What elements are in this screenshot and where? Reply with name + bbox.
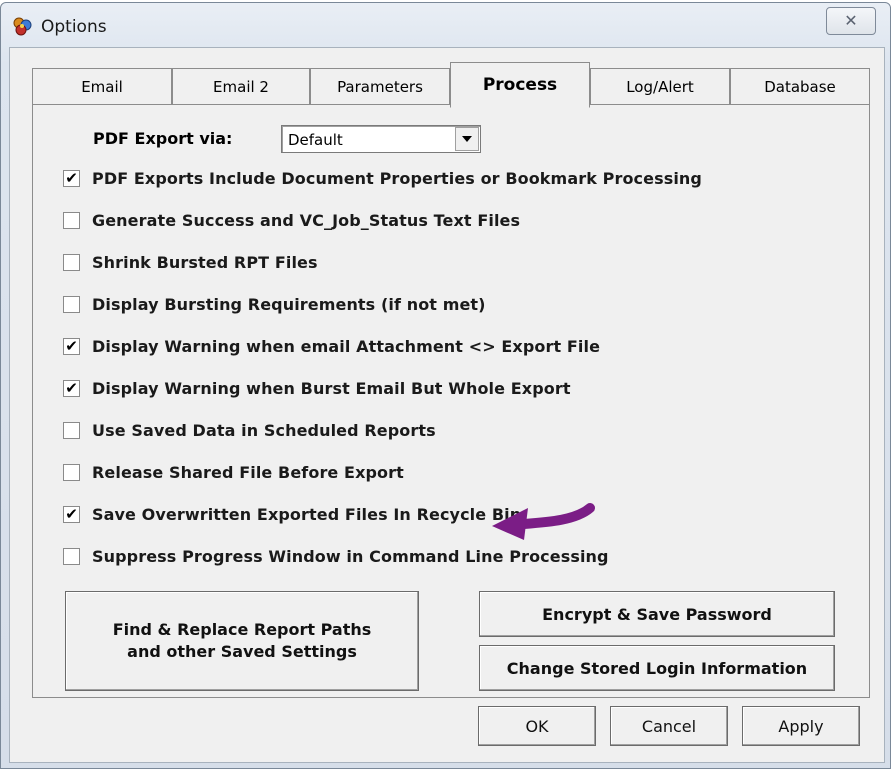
tab-label: Log/Alert — [626, 77, 694, 96]
encrypt-save-password-button[interactable]: Encrypt & Save Password — [479, 591, 835, 637]
dialog-button-bar: OK Cancel Apply — [10, 696, 884, 764]
option-label: Generate Success and VC_Job_Status Text … — [92, 210, 521, 230]
option-release-shared-file[interactable]: Release Shared File Before Export — [63, 459, 404, 485]
arrow-annotation — [492, 503, 595, 540]
option-label: Suppress Progress Window in Command Line… — [92, 546, 609, 566]
close-icon: ✕ — [844, 13, 858, 30]
tab-process[interactable]: Process — [450, 62, 590, 108]
option-label: Display Warning when Burst Email But Who… — [92, 378, 571, 398]
option-pdf-document-properties[interactable]: ✔ PDF Exports Include Document Propertie… — [63, 165, 702, 191]
tab-email-2[interactable]: Email 2 — [172, 68, 310, 104]
option-use-saved-data[interactable]: Use Saved Data in Scheduled Reports — [63, 417, 436, 443]
tab-label: Email 2 — [213, 77, 269, 96]
tab-parameters[interactable]: Parameters — [310, 68, 450, 104]
option-warning-attachment-export[interactable]: ✔ Display Warning when email Attachment … — [63, 333, 600, 359]
tab-database[interactable]: Database — [730, 68, 870, 104]
checkbox[interactable]: ✔ — [63, 337, 80, 355]
checkbox[interactable] — [63, 253, 80, 271]
checkbox[interactable] — [63, 295, 80, 313]
checkbox[interactable]: ✔ — [63, 505, 80, 523]
checkbox[interactable] — [63, 463, 80, 481]
checkbox[interactable] — [63, 547, 80, 565]
checkbox[interactable]: ✔ — [63, 169, 80, 187]
option-suppress-progress-window[interactable]: Suppress Progress Window in Command Line… — [63, 543, 609, 569]
process-tab-page: PDF Export via: Default ✔ PDF Exports In… — [32, 104, 870, 698]
tab-label: Process — [482, 75, 558, 95]
option-label: PDF Exports Include Document Properties … — [92, 168, 702, 188]
option-warning-burst-email[interactable]: ✔ Display Warning when Burst Email But W… — [63, 375, 571, 401]
tab-log-alert[interactable]: Log/Alert — [590, 68, 730, 104]
checkbox[interactable] — [63, 211, 80, 229]
dialog-client-area: Email Email 2 Parameters Process Log/Ale… — [9, 47, 885, 763]
pdf-export-label: PDF Export via: — [93, 129, 233, 148]
pdf-export-select[interactable]: Default — [281, 125, 481, 153]
tab-label: Email — [81, 77, 123, 96]
options-app-icon — [11, 15, 33, 37]
option-save-overwritten-recycle[interactable]: ✔ Save Overwritten Exported Files In Rec… — [63, 501, 521, 527]
option-label: Display Warning when email Attachment <>… — [92, 336, 601, 356]
options-dialog: Options ✕ Email Email 2 Parameters Proce… — [0, 2, 891, 769]
find-replace-line-2: and other Saved Settings — [127, 642, 357, 661]
option-label: Display Bursting Requirements (if not me… — [92, 294, 486, 314]
button-label: Encrypt & Save Password — [542, 604, 772, 624]
find-replace-button[interactable]: Find & Replace Report Paths and other Sa… — [65, 591, 419, 691]
button-label: Apply — [778, 716, 824, 736]
tab-email[interactable]: Email — [32, 68, 172, 104]
option-shrink-bursted-rpt[interactable]: Shrink Bursted RPT Files — [63, 249, 318, 275]
button-label: Cancel — [641, 716, 697, 736]
find-replace-line-1: Find & Replace Report Paths — [112, 620, 372, 639]
cancel-button[interactable]: Cancel — [610, 706, 728, 746]
option-label: Use Saved Data in Scheduled Reports — [92, 420, 436, 440]
checkbox[interactable] — [63, 421, 80, 439]
option-generate-success-files[interactable]: Generate Success and VC_Job_Status Text … — [63, 207, 520, 233]
window-title: Options — [41, 17, 107, 37]
apply-button[interactable]: Apply — [742, 706, 860, 746]
close-button[interactable]: ✕ — [826, 7, 876, 35]
chevron-down-icon[interactable] — [455, 127, 479, 151]
ok-button[interactable]: OK — [478, 706, 596, 746]
title-bar: Options ✕ — [1, 3, 890, 47]
tab-label: Parameters — [337, 77, 423, 96]
change-login-button[interactable]: Change Stored Login Information — [479, 645, 835, 691]
pdf-export-value: Default — [288, 131, 343, 149]
checkbox[interactable]: ✔ — [63, 379, 80, 397]
option-label: Save Overwritten Exported Files In Recyc… — [92, 504, 522, 524]
option-label: Release Shared File Before Export — [92, 462, 404, 482]
tab-strip: Email Email 2 Parameters Process Log/Ale… — [32, 62, 870, 108]
option-display-bursting-requirements[interactable]: Display Bursting Requirements (if not me… — [63, 291, 486, 317]
option-label: Shrink Bursted RPT Files — [92, 252, 318, 272]
button-label: OK — [525, 716, 549, 736]
tab-label: Database — [764, 77, 836, 96]
button-label: Change Stored Login Information — [506, 658, 808, 678]
